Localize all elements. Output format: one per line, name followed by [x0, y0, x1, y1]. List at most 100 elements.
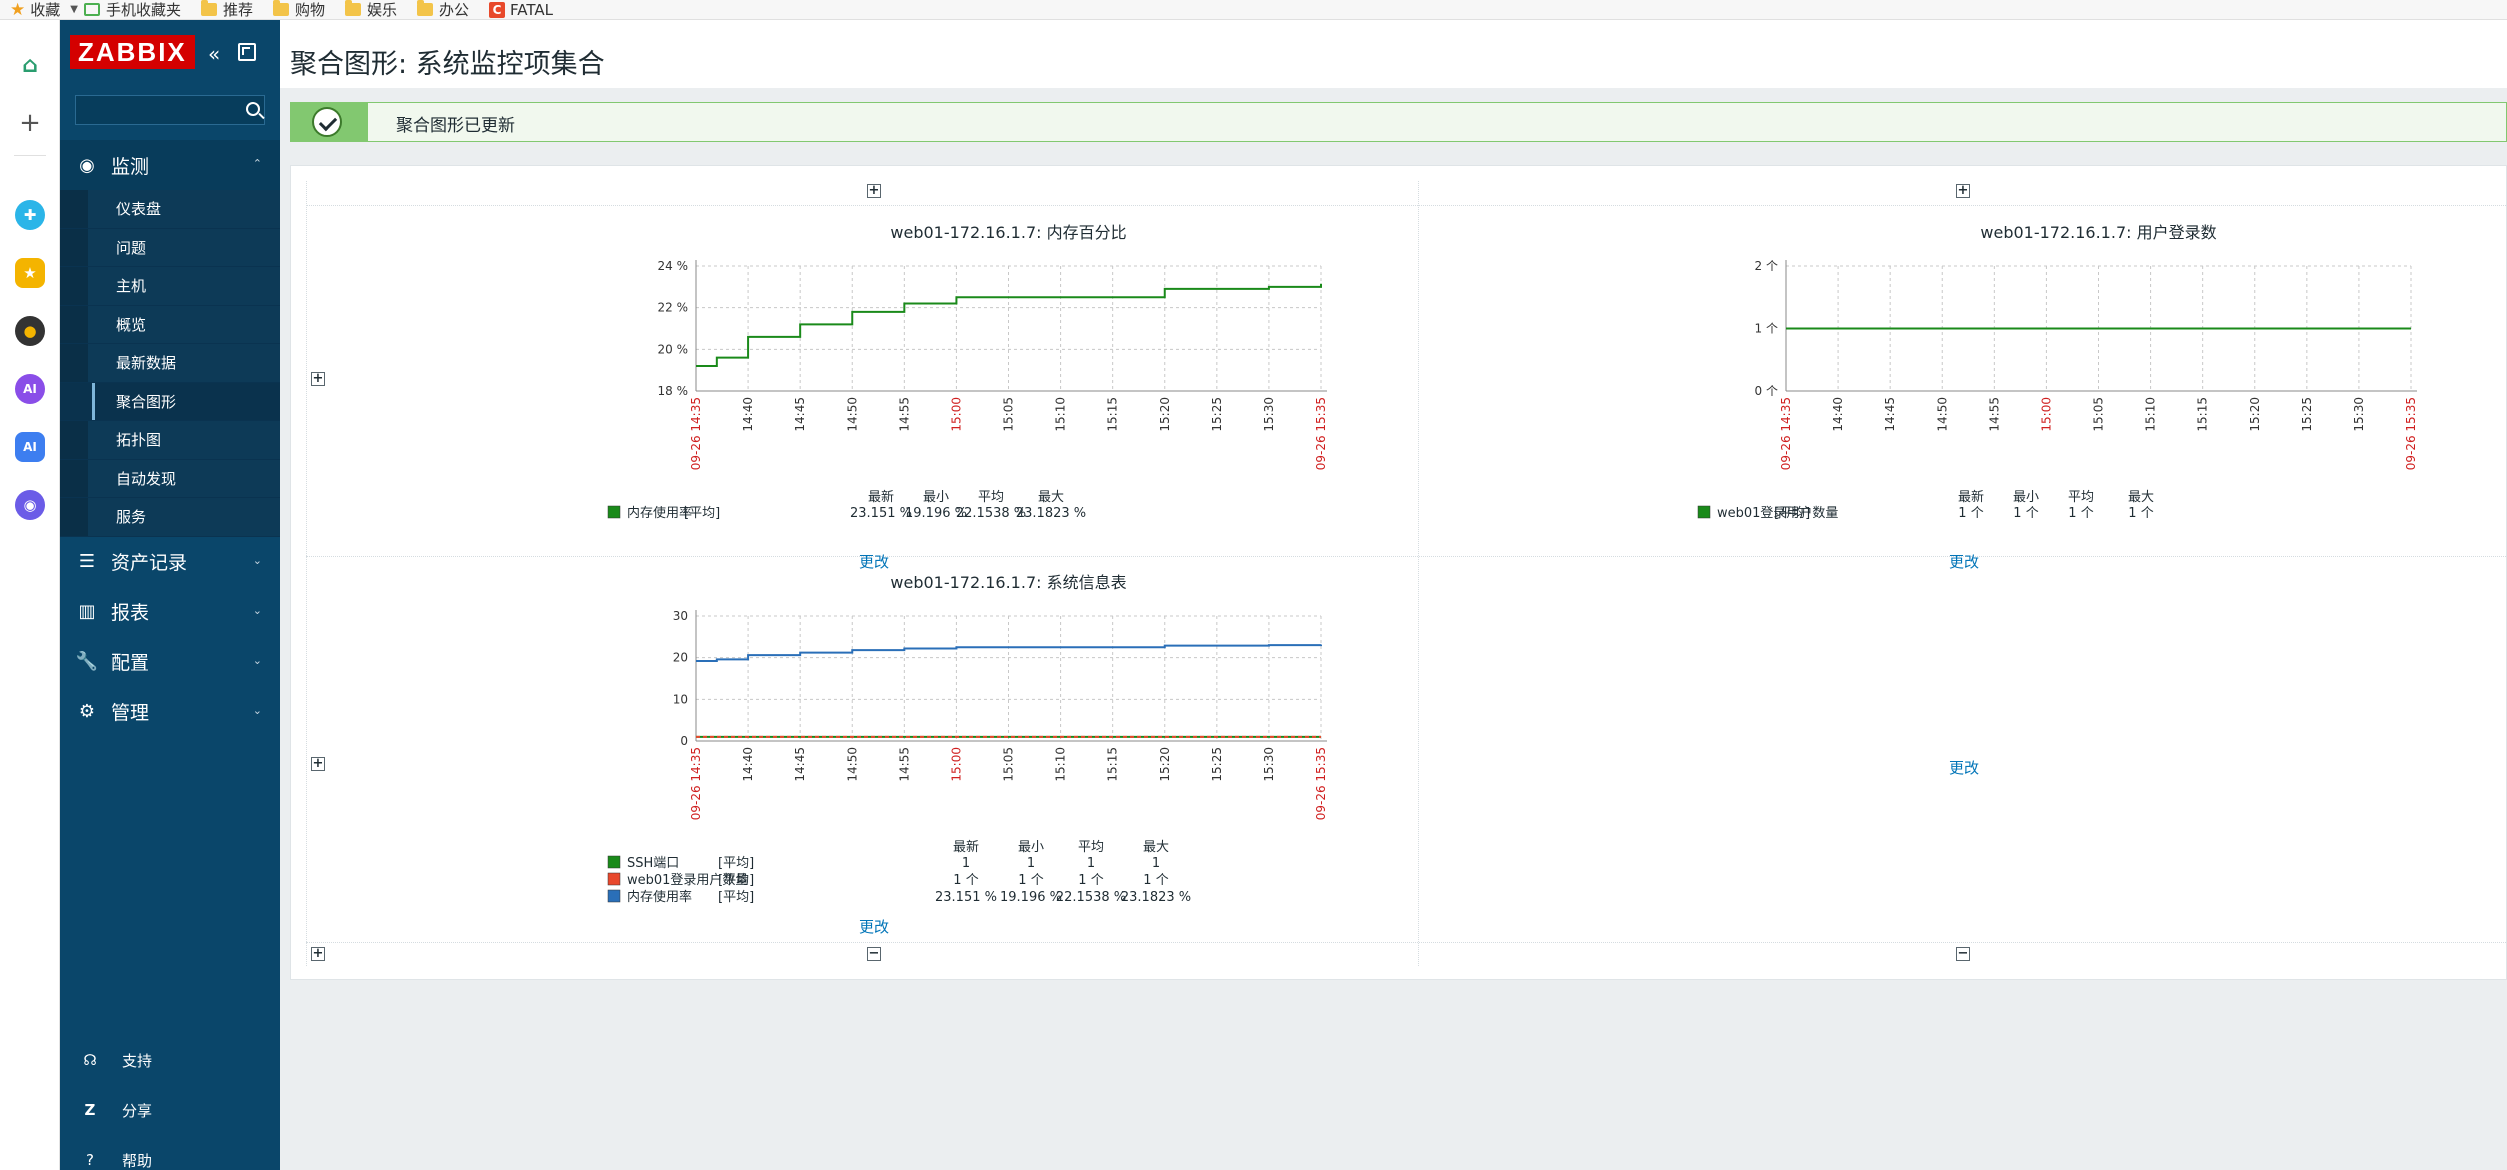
folder-icon	[417, 0, 434, 16]
nav-inventory[interactable]: ☰ 资产记录 ⌄	[60, 537, 280, 587]
x-tick-label: 09-26 14:35	[689, 747, 703, 820]
legend-header: 最小	[2013, 490, 2039, 505]
x-tick-label: 09-26 15:35	[1314, 747, 1328, 820]
legend-value: 1	[1152, 856, 1160, 871]
y-tick-label: 0 个	[1755, 384, 1778, 398]
search-input[interactable]	[75, 95, 265, 125]
change-link-graph-2[interactable]: 更改	[1949, 551, 1979, 572]
share-link[interactable]: Z 分享	[60, 1085, 280, 1135]
x-tick-label: 14:50	[1935, 397, 1949, 432]
chevron-down-icon: ⌄	[252, 653, 262, 667]
add-column-button[interactable]: +	[867, 184, 881, 198]
nav-item-overview[interactable]: 概览	[60, 306, 280, 344]
nav-item-discovery[interactable]: 自动发现	[60, 460, 280, 498]
grid-line	[306, 181, 307, 966]
help-link[interactable]: ? 帮助	[60, 1135, 280, 1170]
nav-reports[interactable]: ▥ 报表 ⌄	[60, 587, 280, 637]
remove-column-button[interactable]: −	[1956, 947, 1970, 961]
bookmark-mobile[interactable]: 手机收藏夹	[83, 0, 181, 20]
app-icon-1[interactable]: ✚	[15, 200, 45, 230]
change-link-empty-cell[interactable]: 更改	[1949, 757, 1979, 778]
x-tick-label: 15:30	[1262, 397, 1276, 432]
x-tick-label: 15:05	[2092, 397, 2106, 432]
change-link-graph-3[interactable]: 更改	[859, 916, 889, 937]
legend-value: 22.1538 %	[1056, 890, 1126, 905]
x-tick-label: 14:40	[741, 397, 755, 432]
remove-column-button[interactable]: −	[867, 947, 881, 961]
nav-item-hosts[interactable]: 主机	[60, 267, 280, 306]
bookmark-office[interactable]: 办公	[417, 0, 469, 20]
x-tick-label: 15:10	[1054, 397, 1068, 432]
legend-value: 1 个	[2128, 506, 2153, 521]
folder-icon	[200, 0, 217, 16]
nav-item-services[interactable]: 服务	[60, 498, 280, 537]
legend-header: 平均	[978, 490, 1004, 505]
list-icon: ☰	[78, 551, 96, 572]
ai-box-icon[interactable]: AI	[15, 432, 45, 462]
bookmark-recommend[interactable]: 推荐	[200, 0, 253, 20]
legend-value: 19.196 %	[1000, 890, 1062, 905]
add-column-button[interactable]: +	[1956, 184, 1970, 198]
nav-item-dashboard[interactable]: 仪表盘	[60, 190, 280, 229]
legend-function: [平均]	[718, 856, 754, 871]
success-message: 聚合图形已更新	[290, 102, 2507, 142]
legend-value: 1 个	[2013, 506, 2038, 521]
bookmark-bar: ★ 收藏 ▼ 手机收藏夹 推荐 购物 娱乐 办公 C FATAL	[0, 0, 2507, 20]
gear-icon: ⚙	[78, 701, 96, 722]
sidebar-header: ZABBIX «	[60, 20, 280, 80]
x-tick-label: 14:45	[793, 397, 807, 432]
change-link-graph-1[interactable]: 更改	[859, 551, 889, 572]
x-tick-label: 15:25	[1210, 397, 1224, 432]
legend-value: 1 个	[1018, 873, 1043, 888]
legend-header: 平均	[1078, 840, 1104, 855]
legend-header: 最大	[1038, 490, 1064, 505]
nav-configuration[interactable]: 🔧 配置 ⌄	[60, 637, 280, 687]
ai-icon[interactable]: AI	[15, 374, 45, 404]
support-link[interactable]: ☊ 支持	[60, 1035, 280, 1085]
favorites-star-icon[interactable]: ★	[15, 258, 45, 288]
nav-item-latest-data[interactable]: 最新数据	[60, 344, 280, 383]
legend-value: 23.1823 %	[1016, 506, 1086, 521]
kiosk-mode-icon[interactable]	[238, 43, 256, 61]
bookmark-favorites[interactable]: ★ 收藏	[10, 0, 60, 20]
nav-administration[interactable]: ⚙ 管理 ⌄	[60, 687, 280, 737]
x-tick-label: 14:50	[845, 397, 859, 432]
x-tick-label: 15:15	[1106, 397, 1120, 432]
headset-icon: ☊	[83, 1051, 97, 1069]
legend-swatch	[1697, 505, 1711, 519]
bookmark-shopping[interactable]: 购物	[273, 0, 325, 20]
zabbix-logo[interactable]: ZABBIX	[70, 35, 195, 69]
add-row-button[interactable]: +	[311, 757, 325, 771]
share-icon: Z	[84, 1101, 96, 1119]
sidebar-bottom: ☊ 支持 Z 分享 ? 帮助	[60, 1035, 280, 1170]
home-icon[interactable]: ⌂	[15, 50, 45, 80]
nav-monitoring[interactable]: ◉ 监测 ⌃	[60, 140, 280, 190]
x-tick-label: 15:00	[949, 397, 963, 432]
add-row-button[interactable]: +	[311, 947, 325, 961]
star-icon: ★	[10, 0, 26, 20]
grid-line	[306, 942, 2506, 943]
x-tick-label: 09-26 14:35	[1779, 397, 1793, 470]
bookmark-entertainment[interactable]: 娱乐	[345, 0, 397, 20]
legend-function: [平均]	[1774, 506, 1810, 521]
add-row-button[interactable]: +	[311, 372, 325, 386]
main-nav: ◉ 监测 ⌃ 仪表盘 问题 主机 概览 最新数据 聚合图形 拓扑图 自动发现 服…	[60, 140, 280, 737]
chart-system-info: web01-172.16.1.7: 系统信息表 09-26 14:35 14:40 1…	[607, 573, 1328, 905]
bookmark-fatal[interactable]: C FATAL	[489, 1, 553, 19]
chevron-down-icon[interactable]: ▼	[70, 4, 78, 15]
nav-item-maps[interactable]: 拓扑图	[60, 421, 280, 460]
bot-icon[interactable]: ●	[15, 316, 45, 346]
nav-item-problems[interactable]: 问题	[60, 229, 280, 267]
legend-series-name: 内存使用率	[627, 889, 692, 905]
collapse-sidebar-icon[interactable]: «	[208, 42, 220, 66]
legend-header: 最大	[2128, 490, 2154, 505]
plus-icon[interactable]: +	[15, 108, 45, 138]
x-tick-label: 15:00	[949, 747, 963, 782]
x-tick-label: 14:40	[741, 747, 755, 782]
eye-icon: ◉	[79, 154, 95, 176]
chart-title: web01-172.16.1.7: 系统信息表	[890, 573, 1126, 592]
x-tick-label: 14:50	[845, 747, 859, 782]
nav-item-screens[interactable]: 聚合图形	[60, 382, 280, 421]
assistant-icon[interactable]: ◉	[15, 490, 45, 520]
search-icon[interactable]	[246, 102, 260, 116]
